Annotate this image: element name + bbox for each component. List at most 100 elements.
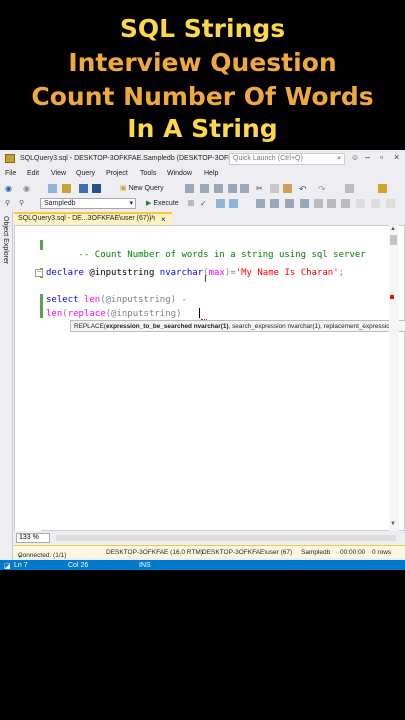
menu-tools[interactable]: Tools <box>140 170 156 177</box>
client-stats-icon[interactable] <box>300 199 309 208</box>
quick-launch-input[interactable]: Quick Launch (Ctrl+Q) ⌕ <box>229 153 345 165</box>
replace-args: (@inputstring) <box>105 309 182 319</box>
close-icon[interactable]: × <box>394 152 399 162</box>
minimize-icon[interactable]: – <box>365 152 370 162</box>
back-icon[interactable]: ◉ <box>5 184 14 193</box>
string-literal: 'My Name Is Charan' <box>235 268 339 278</box>
ibeam-pointer-icon: I <box>204 274 207 285</box>
live-stats-icon[interactable] <box>285 199 294 208</box>
include-plan-icon[interactable] <box>270 199 279 208</box>
database-info: Sampledb <box>301 549 331 556</box>
query-editor[interactable]: − -- Count Number of words in a string u… <box>14 225 405 532</box>
error-marker <box>390 295 394 299</box>
code-line-4: len(replace(@inputstring) <box>46 309 181 319</box>
pin-icon[interactable]: ⊣ <box>149 215 155 223</box>
menu-help[interactable]: Help <box>204 170 218 177</box>
save-icon[interactable] <box>79 184 88 193</box>
keyword-declare: declare <box>46 268 84 278</box>
banner-line-2: Interview Question <box>68 48 337 77</box>
menu-query[interactable]: Query <box>76 170 95 177</box>
solution-explorer-icon[interactable] <box>345 184 354 193</box>
open-file-icon[interactable] <box>62 184 71 193</box>
results-file-icon[interactable] <box>341 199 350 208</box>
disconnect-icon[interactable]: ⚲ <box>19 199 28 208</box>
zoom-select[interactable]: 133 % <box>16 533 50 543</box>
mdx-query-icon[interactable] <box>214 184 223 193</box>
chevron-down-icon: ▾ <box>129 200 133 207</box>
change-marker <box>40 294 43 318</box>
title-banner: SQL Strings Interview Question Count Num… <box>0 0 405 150</box>
display-plan-icon[interactable] <box>216 199 225 208</box>
search-icon: ⌕ <box>337 155 341 162</box>
xmla-query-icon[interactable] <box>240 184 249 193</box>
vertical-scrollbar[interactable]: ▲ ▼ <box>389 225 399 531</box>
code-line-3: select len(@inputstring) - <box>46 295 187 305</box>
outdent-icon[interactable] <box>386 199 395 208</box>
redo-icon[interactable]: ↷ <box>318 184 327 194</box>
standard-toolbar: ◉ ◉ ▣ New Query ✂ ↶ ↷ <box>0 181 405 196</box>
elapsed-time: 00:00:00 <box>340 549 366 556</box>
sql-editor-toolbar: ⚲ ⚲ Sampledb ▾ ▶ Execute ✓ <box>0 196 405 211</box>
forward-icon[interactable]: ◉ <box>23 184 32 193</box>
execute-label: Execute <box>153 200 179 207</box>
object-explorer-strip[interactable] <box>0 211 13 570</box>
new-query-button[interactable]: ▣ New Query <box>120 184 164 192</box>
title-bar: SQLQuery3.sql - DESKTOP-3OFKFAE.Sampledb… <box>0 150 405 167</box>
tab-sqlquery3[interactable]: SQLQuery3.sql - DE...3OFKFAE\user (67))*… <box>14 212 172 225</box>
properties-icon[interactable] <box>378 184 387 193</box>
new-project-icon[interactable] <box>48 184 57 193</box>
menu-view[interactable]: View <box>51 170 66 177</box>
query-options-icon[interactable] <box>229 199 238 208</box>
save-all-icon[interactable] <box>92 184 101 193</box>
analysis-query-icon[interactable] <box>200 184 209 193</box>
scroll-thumb[interactable] <box>390 235 397 245</box>
type-nvarchar: nvarchar <box>159 268 204 278</box>
scroll-down-icon[interactable]: ▼ <box>390 521 396 527</box>
database-select-value: Sampledb <box>44 200 76 207</box>
menu-window[interactable]: Window <box>167 170 192 177</box>
document-tab-row: SQLQuery3.sql - DE...3OFKFAE\user (67))*… <box>14 211 405 225</box>
tooltip-current-param: expression_to_be_searched nvarchar(1) <box>105 323 229 330</box>
function-len: len <box>78 295 101 305</box>
minus-operator: - <box>176 295 187 305</box>
stop-icon[interactable] <box>188 200 194 206</box>
execute-button[interactable]: ▶ Execute <box>146 199 179 207</box>
scroll-up-icon[interactable]: ▲ <box>390 226 396 232</box>
editor-bottom-bar: 133 % <box>14 531 405 545</box>
comment-icon[interactable] <box>356 199 365 208</box>
menu-project[interactable]: Project <box>106 170 128 177</box>
results-text-icon[interactable] <box>314 199 323 208</box>
semicolon: ; <box>338 268 345 278</box>
collapse-icon[interactable]: − <box>35 269 43 277</box>
paren-close-equals: )= <box>224 268 236 278</box>
undo-icon[interactable]: ↶ <box>299 184 308 194</box>
connect-icon[interactable]: ⚲ <box>5 199 14 208</box>
intellisense-icon[interactable] <box>256 199 265 208</box>
results-grid-icon[interactable] <box>327 199 336 208</box>
tooltip-prefix: REPLACE( <box>74 323 106 330</box>
parse-icon[interactable]: ✓ <box>200 199 209 208</box>
banner-line-4: In A String <box>127 114 278 143</box>
dmx-query-icon[interactable] <box>228 184 237 193</box>
horizontal-scrollbar[interactable] <box>56 535 396 541</box>
feedback-icon[interactable]: ☺ <box>351 153 359 162</box>
db-engine-query-icon[interactable] <box>185 184 194 193</box>
keyword-max: max <box>208 268 225 278</box>
server-info: DESKTOP-3OFKFAE (16.0 RTM) <box>106 549 203 556</box>
ssms-app-icon <box>5 154 15 163</box>
paste-icon[interactable] <box>283 184 292 193</box>
menu-edit[interactable]: Edit <box>27 170 39 177</box>
object-explorer-label[interactable]: Object Explorer <box>2 216 9 264</box>
menu-bar: File Edit View Query Project Tools Windo… <box>0 167 405 181</box>
comment-text: -- Count Number of words in a string usi… <box>78 250 366 260</box>
indent-icon[interactable] <box>371 199 380 208</box>
row-count: 0 rows <box>372 549 392 556</box>
maximize-icon[interactable]: ▫ <box>380 152 383 162</box>
copy-icon[interactable] <box>270 184 279 193</box>
close-tab-icon[interactable]: × <box>161 215 166 224</box>
menu-file[interactable]: File <box>5 170 16 177</box>
line-number: Ln 7 <box>14 562 28 569</box>
cut-icon[interactable]: ✂ <box>256 184 265 193</box>
database-select[interactable]: Sampledb ▾ <box>40 198 136 209</box>
ready-icon: ◪ <box>4 563 11 570</box>
